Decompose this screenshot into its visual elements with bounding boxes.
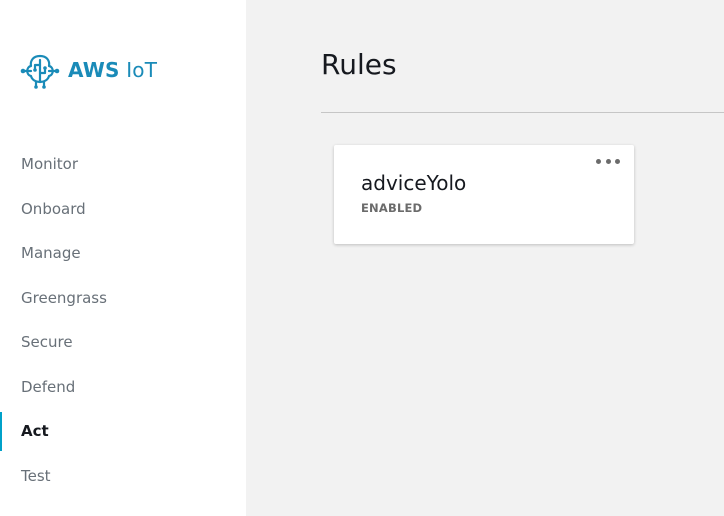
- more-options-icon[interactable]: [596, 153, 620, 169]
- rule-card[interactable]: adviceYolo ENABLED: [334, 145, 634, 244]
- menu-dot: [615, 158, 620, 164]
- iot-brain-icon: [20, 54, 60, 89]
- page-title: Rules: [321, 48, 397, 81]
- sidebar-item-defend[interactable]: Defend: [0, 365, 246, 410]
- menu-dot: [605, 158, 611, 164]
- sidebar-item-onboard[interactable]: Onboard: [0, 187, 246, 232]
- sidebar-item-greengrass[interactable]: Greengrass: [0, 276, 246, 321]
- brand-name: AWS IoT: [68, 58, 157, 82]
- sidebar-item-test[interactable]: Test: [0, 454, 246, 499]
- rule-status-badge: ENABLED: [361, 201, 423, 215]
- sidebar-item-manage[interactable]: Manage: [0, 231, 246, 276]
- title-divider: [321, 112, 724, 113]
- brand-name-bold: AWS: [68, 58, 120, 82]
- sidebar-item-monitor[interactable]: Monitor: [0, 142, 246, 187]
- sidebar-item-secure[interactable]: Secure: [0, 320, 246, 365]
- aws-iot-logo[interactable]: AWS IoT: [20, 51, 157, 89]
- menu-dot: [596, 158, 601, 164]
- sidebar: AWS IoT Monitor Onboard Manage Greengras…: [0, 0, 246, 516]
- rule-name[interactable]: adviceYolo: [361, 171, 466, 195]
- brand-name-rest: IoT: [119, 58, 158, 82]
- sidebar-item-act[interactable]: Act: [0, 409, 246, 454]
- sidebar-nav: Monitor Onboard Manage Greengrass Secure…: [0, 142, 246, 498]
